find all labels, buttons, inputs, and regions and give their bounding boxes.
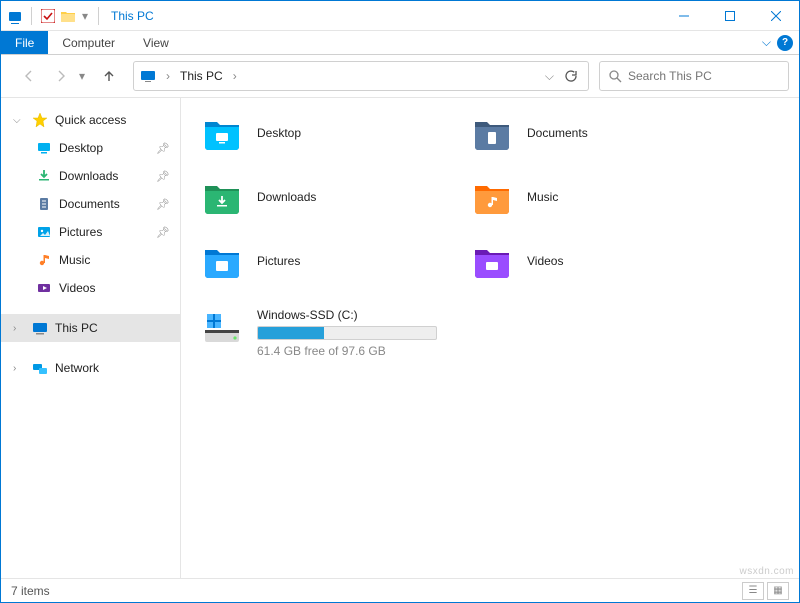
pin-icon: 📌︎ xyxy=(156,142,180,155)
qat-dropdown-icon[interactable]: ▾ xyxy=(80,8,90,24)
content-pane[interactable]: DesktopDocumentsDownloadsMusicPicturesVi… xyxy=(181,98,799,578)
pc-icon xyxy=(140,68,156,84)
ribbon-tab-file[interactable]: File xyxy=(1,31,48,54)
refresh-button[interactable] xyxy=(560,69,582,83)
ribbon-tab-computer[interactable]: Computer xyxy=(48,31,129,54)
video-folder-icon xyxy=(471,240,513,282)
folder-desktop[interactable]: Desktop xyxy=(201,112,461,154)
chevron-right-icon[interactable]: › xyxy=(229,69,241,83)
music-folder-icon xyxy=(471,176,513,218)
history-dropdown-icon[interactable]: ▾ xyxy=(79,69,91,83)
chevron-right-icon[interactable]: › xyxy=(13,323,25,334)
folder-qat-icon[interactable] xyxy=(60,8,76,24)
help-icon[interactable]: ? xyxy=(777,35,793,51)
tree-this-pc[interactable]: › This PC xyxy=(1,314,180,342)
drive-icon xyxy=(201,308,243,350)
address-dropdown-icon[interactable]: ⌵ xyxy=(545,69,554,84)
chevron-right-icon[interactable]: › xyxy=(162,69,174,83)
search-input[interactable] xyxy=(628,69,780,83)
sidebar-item-music[interactable]: Music xyxy=(1,246,180,274)
folder-music[interactable]: Music xyxy=(471,176,731,218)
chevron-right-icon[interactable]: › xyxy=(13,363,25,374)
desktop-icon xyxy=(35,139,53,157)
ribbon-tab-view[interactable]: View xyxy=(129,31,183,54)
download-folder-icon xyxy=(201,176,243,218)
pc-icon xyxy=(31,319,49,337)
item-count: 7 items xyxy=(11,584,50,598)
picture-folder-icon xyxy=(201,240,243,282)
sidebar-item-videos[interactable]: Videos xyxy=(1,274,180,302)
pin-icon: 📌︎ xyxy=(156,198,180,211)
video-icon xyxy=(35,279,53,297)
ribbon-collapse-icon[interactable]: ⌵ xyxy=(762,35,771,50)
app-icon xyxy=(7,8,23,24)
folder-downloads[interactable]: Downloads xyxy=(201,176,461,218)
picture-icon xyxy=(35,223,53,241)
address-bar[interactable]: › This PC › ⌵ xyxy=(133,61,589,91)
sidebar-item-desktop[interactable]: Desktop📌︎ xyxy=(1,134,180,162)
tiles-view-button[interactable]: ▦ xyxy=(767,582,789,600)
forward-button[interactable] xyxy=(47,62,75,90)
title-bar: ▾ This PC xyxy=(1,1,799,31)
pin-icon: 📌︎ xyxy=(156,170,180,183)
drive-name: Windows-SSD (C:) xyxy=(257,308,437,322)
close-button[interactable] xyxy=(753,1,799,31)
back-button[interactable] xyxy=(15,62,43,90)
drive-usage-bar xyxy=(257,326,437,340)
sidebar-item-pictures[interactable]: Pictures📌︎ xyxy=(1,218,180,246)
status-bar: 7 items ☰ ▦ xyxy=(1,578,799,602)
desktop-folder-icon xyxy=(201,112,243,154)
sidebar-item-documents[interactable]: Documents📌︎ xyxy=(1,190,180,218)
folder-pictures[interactable]: Pictures xyxy=(201,240,461,282)
search-icon xyxy=(608,69,622,83)
breadcrumb-segment[interactable]: This PC xyxy=(180,69,223,83)
window-title: This PC xyxy=(107,9,154,23)
properties-icon[interactable] xyxy=(40,8,56,24)
ribbon: File Computer View ⌵ ? xyxy=(1,31,799,55)
drive-c[interactable]: Windows-SSD (C:) 61.4 GB free of 97.6 GB xyxy=(201,308,461,358)
folder-videos[interactable]: Videos xyxy=(471,240,731,282)
folder-documents[interactable]: Documents xyxy=(471,112,731,154)
navigation-pane: ⌵ Quick access Desktop📌︎Downloads📌︎Docum… xyxy=(1,98,181,578)
drive-free-text: 61.4 GB free of 97.6 GB xyxy=(257,344,437,358)
maximize-button[interactable] xyxy=(707,1,753,31)
watermark: wsxdn.com xyxy=(739,566,794,577)
network-icon xyxy=(31,359,49,377)
download-icon xyxy=(35,167,53,185)
document-folder-icon xyxy=(471,112,513,154)
pin-icon: 📌︎ xyxy=(156,226,180,239)
up-button[interactable] xyxy=(95,62,123,90)
chevron-down-icon[interactable]: ⌵ xyxy=(13,115,25,126)
star-icon xyxy=(31,111,49,129)
navigation-bar: ▾ › This PC › ⌵ xyxy=(1,55,799,97)
details-view-button[interactable]: ☰ xyxy=(742,582,764,600)
music-icon xyxy=(35,251,53,269)
tree-network[interactable]: › Network xyxy=(1,354,180,382)
document-icon xyxy=(35,195,53,213)
minimize-button[interactable] xyxy=(661,1,707,31)
search-box[interactable] xyxy=(599,61,789,91)
sidebar-item-downloads[interactable]: Downloads📌︎ xyxy=(1,162,180,190)
tree-quick-access[interactable]: ⌵ Quick access xyxy=(1,106,180,134)
